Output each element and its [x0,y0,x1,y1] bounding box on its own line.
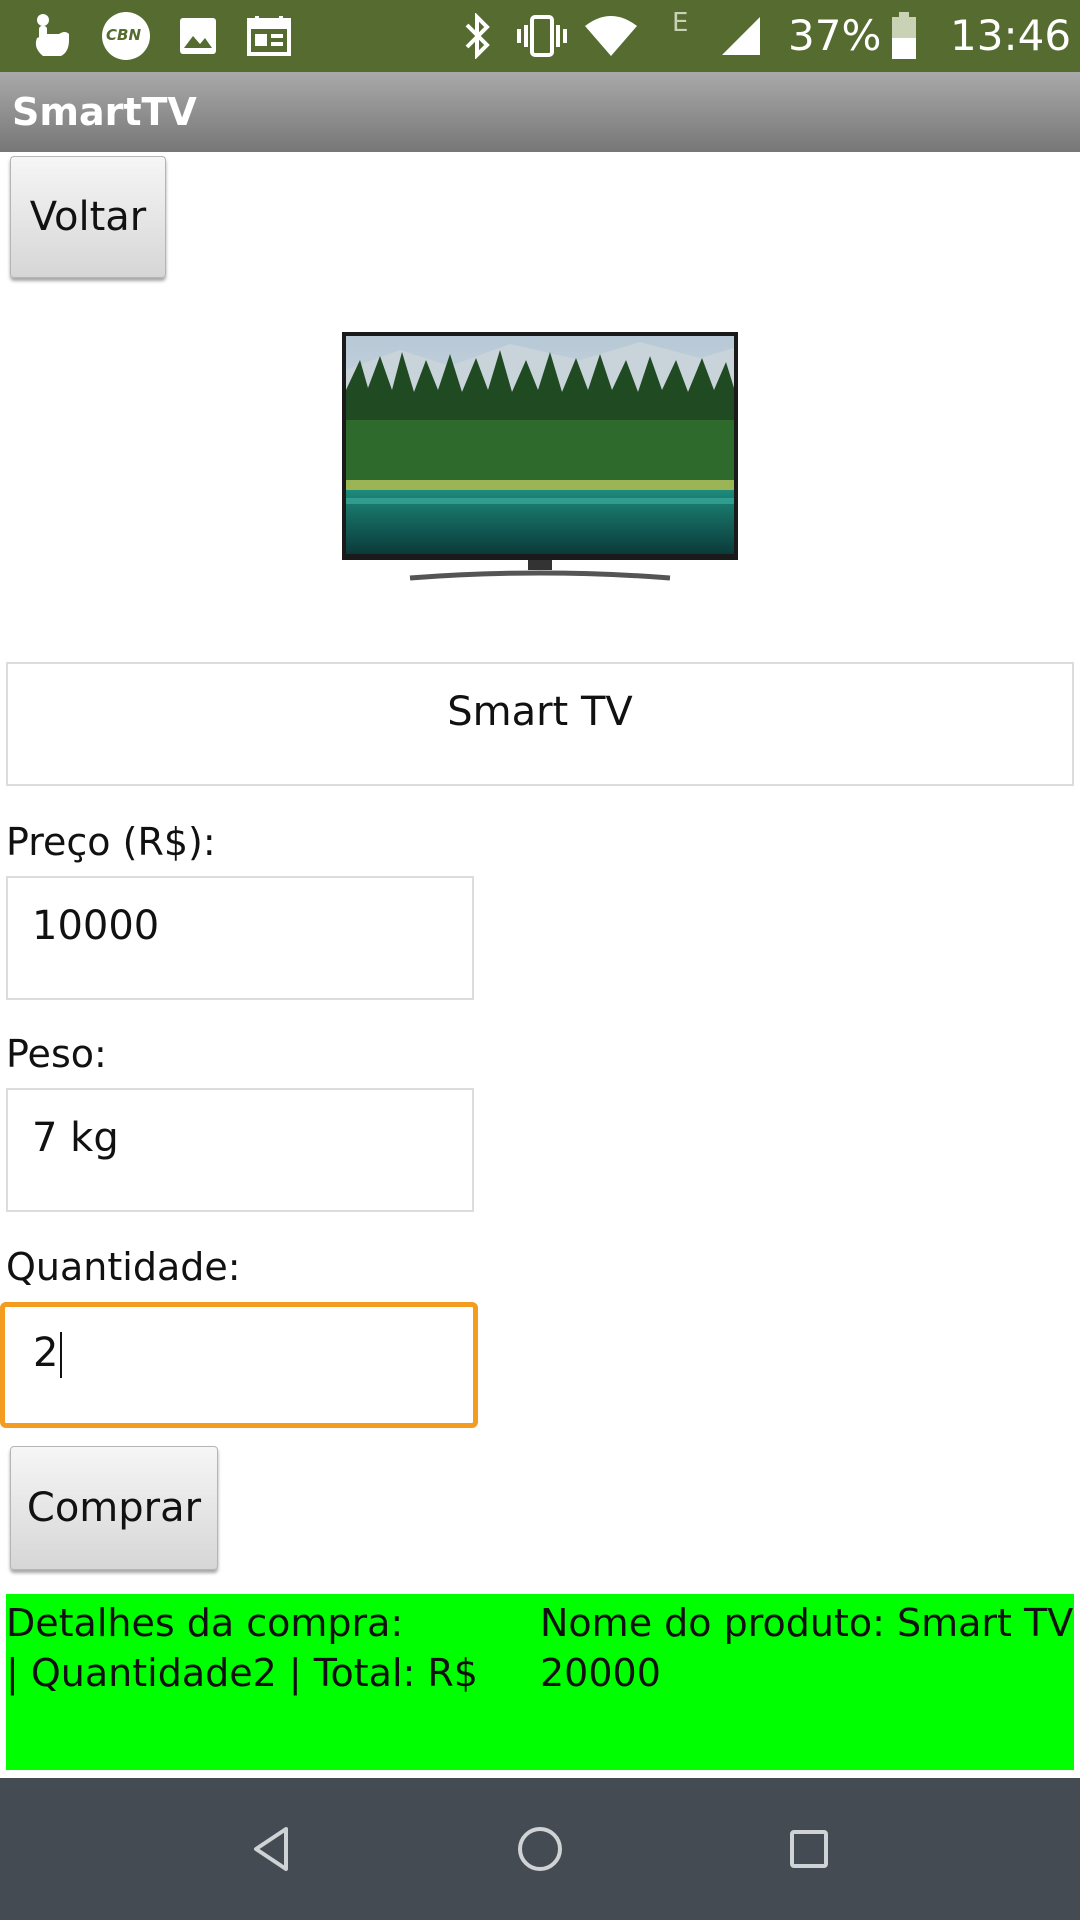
cbn-label: CBN [106,26,141,44]
bluetooth-icon [458,12,498,60]
quantity-label: Quantidade: [6,1245,241,1289]
home-circle-icon[interactable] [505,1814,575,1884]
quantity-field[interactable]: 2 [0,1302,478,1428]
product-image [340,330,740,590]
app-title: SmartTV [12,90,197,134]
purchase-details: Detalhes da compra: Nome do produto: Sma… [6,1594,1074,1770]
wifi-icon [582,12,640,60]
system-nav-bar [0,1778,1080,1920]
buy-button[interactable]: Comprar [10,1446,218,1570]
cbn-icon: CBN [100,12,152,60]
battery-percent: 37% [788,11,882,60]
details-heading: Detalhes da compra: [6,1601,404,1645]
weight-field[interactable]: 7 kg [6,1088,474,1212]
product-name-field[interactable]: Smart TV [6,662,1074,786]
product-name-value: Smart TV [447,689,633,735]
buy-button-label: Comprar [26,1485,202,1531]
quantity-value: 2 [33,1330,59,1376]
calendar-icon [246,12,292,60]
text-caret [60,1332,63,1378]
clock: 13:46 [950,11,1072,60]
price-label: Preço (R$): [6,820,216,864]
details-product-name: Nome do produto: Smart TV [540,1601,1074,1645]
back-button[interactable]: Voltar [10,156,166,278]
back-triangle-icon[interactable] [236,1814,306,1884]
details-total-value: 20000 [540,1651,661,1695]
weight-label: Peso: [6,1032,107,1076]
signal-icon [718,12,764,60]
battery-icon [888,12,920,60]
price-field[interactable]: 10000 [6,876,474,1000]
quantity-value-wrap: 2 [33,1307,63,1399]
back-button-label: Voltar [29,194,147,240]
app-title-bar: SmartTV [0,72,1080,152]
recents-square-icon[interactable] [774,1814,844,1884]
image-icon [176,12,220,60]
details-quantity-total: | Quantidade2 | Total: R$ [6,1651,478,1695]
price-value: 10000 [32,903,160,949]
vibrate-icon [516,12,568,60]
network-type-label: E [672,8,689,38]
weight-value: 7 kg [32,1115,119,1161]
status-bar: CBN E 37% 13:46 [0,0,1080,72]
touch-hand-icon [28,12,74,60]
smart-tv-image [342,332,738,581]
